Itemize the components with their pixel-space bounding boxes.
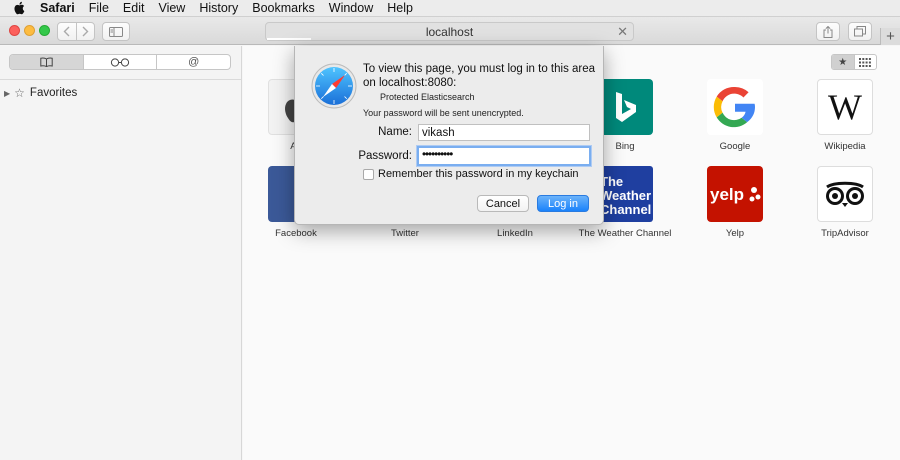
menu-file[interactable]: File bbox=[89, 1, 109, 15]
tabs-icon bbox=[854, 26, 866, 37]
svg-text:Channel: Channel bbox=[600, 202, 651, 217]
name-field[interactable] bbox=[418, 124, 590, 141]
remember-label[interactable]: Remember this password in my keychain bbox=[378, 168, 579, 180]
grid-icon bbox=[859, 57, 872, 67]
forward-button[interactable] bbox=[75, 23, 95, 40]
favorite-label: LinkedIn bbox=[497, 228, 533, 239]
safari-compass-icon bbox=[311, 63, 357, 109]
reading-list-tab[interactable] bbox=[82, 55, 157, 69]
sidebar-item-favorites[interactable]: ▶ ☆ Favorites bbox=[4, 86, 77, 100]
google-logo-icon bbox=[707, 79, 763, 135]
minimize-window-button[interactable] bbox=[24, 25, 35, 36]
menu-bar: Safari File Edit View History Bookmarks … bbox=[0, 0, 900, 17]
dialog-message: To view this page, you must log in to th… bbox=[363, 63, 596, 89]
wikipedia-logo-icon: W bbox=[817, 79, 873, 135]
favorite-label: Twitter bbox=[391, 228, 419, 239]
menu-history[interactable]: History bbox=[199, 1, 238, 15]
shared-links-icon: @ bbox=[188, 56, 200, 68]
share-icon bbox=[823, 25, 833, 38]
password-label: Password: bbox=[358, 150, 412, 162]
password-field[interactable]: •••••••••• bbox=[417, 146, 591, 166]
sidebar-segmented-control: @ bbox=[9, 54, 231, 70]
grid-view-button[interactable] bbox=[853, 55, 877, 69]
bookmarks-tab[interactable] bbox=[10, 55, 83, 69]
url-text: localhost bbox=[425, 25, 474, 39]
sidebar-toggle-button[interactable] bbox=[102, 22, 130, 41]
close-icon[interactable]: ✕ bbox=[617, 24, 628, 40]
chevron-left-icon bbox=[63, 26, 70, 37]
star-icon[interactable]: ★ bbox=[832, 55, 854, 69]
login-button[interactable]: Log in bbox=[537, 195, 589, 212]
favorite-google[interactable]: Google bbox=[685, 79, 785, 152]
svg-text:Weather: Weather bbox=[600, 188, 651, 203]
favorite-label: TripAdvisor bbox=[821, 228, 869, 239]
browser-toolbar: localhost ✕ bbox=[0, 17, 900, 45]
share-button[interactable] bbox=[816, 22, 840, 41]
favorite-yelp[interactable]: yelp Yelp bbox=[685, 166, 785, 239]
dialog-warning: Your password will be sent unencrypted. bbox=[363, 108, 524, 118]
remember-checkbox[interactable] bbox=[363, 169, 374, 180]
show-all-tabs-button[interactable] bbox=[848, 22, 872, 41]
weather-channel-logo-icon: The Weather Channel bbox=[597, 166, 653, 222]
menu-help[interactable]: Help bbox=[387, 1, 413, 15]
navigation-buttons bbox=[57, 22, 95, 41]
menu-window[interactable]: Window bbox=[329, 1, 373, 15]
page-load-progress bbox=[267, 38, 311, 40]
favorite-label: Wikipedia bbox=[824, 141, 866, 152]
favorites-view-toggle: ★ bbox=[831, 54, 877, 70]
menu-safari[interactable]: Safari bbox=[40, 1, 75, 15]
back-button[interactable] bbox=[58, 23, 76, 40]
apple-icon[interactable] bbox=[12, 1, 26, 15]
dialog-realm: Protected Elasticsearch bbox=[380, 92, 475, 102]
favorite-label: The Weather Channel bbox=[578, 228, 672, 239]
bing-logo-icon bbox=[597, 79, 653, 135]
new-tab-button[interactable]: + bbox=[880, 28, 900, 45]
shared-links-tab[interactable]: @ bbox=[156, 55, 230, 69]
favorite-label: Facebook bbox=[275, 228, 317, 239]
cancel-button[interactable]: Cancel bbox=[477, 195, 529, 212]
close-window-button[interactable] bbox=[9, 25, 20, 36]
menu-edit[interactable]: Edit bbox=[123, 1, 145, 15]
favorite-label: Yelp bbox=[725, 228, 745, 239]
reading-list-icon bbox=[110, 57, 130, 67]
favorite-tripadvisor[interactable]: TripAdvisor bbox=[795, 166, 895, 239]
sidebar-icon bbox=[109, 26, 123, 37]
bookmarks-icon bbox=[40, 57, 53, 67]
chevron-right-icon bbox=[82, 26, 89, 37]
zoom-window-button[interactable] bbox=[39, 25, 50, 36]
disclosure-triangle-icon[interactable]: ▶ bbox=[4, 89, 10, 98]
tripadvisor-logo-icon bbox=[817, 166, 873, 222]
favorite-wikipedia[interactable]: W Wikipedia bbox=[795, 79, 895, 152]
menu-view[interactable]: View bbox=[158, 1, 185, 15]
menu-bookmarks[interactable]: Bookmarks bbox=[252, 1, 315, 15]
address-bar[interactable]: localhost ✕ bbox=[265, 22, 634, 41]
name-label: Name: bbox=[378, 126, 412, 138]
svg-text:yelp: yelp bbox=[710, 185, 744, 204]
sidebar: @ ▶ ☆ Favorites bbox=[0, 46, 242, 460]
favorite-label: Google bbox=[719, 141, 751, 152]
login-dialog: To view this page, you must log in to th… bbox=[294, 46, 604, 225]
yelp-logo-icon: yelp bbox=[707, 166, 763, 222]
divider bbox=[0, 79, 241, 80]
favorites-label: Favorites bbox=[29, 87, 78, 99]
star-icon: ☆ bbox=[14, 86, 25, 100]
